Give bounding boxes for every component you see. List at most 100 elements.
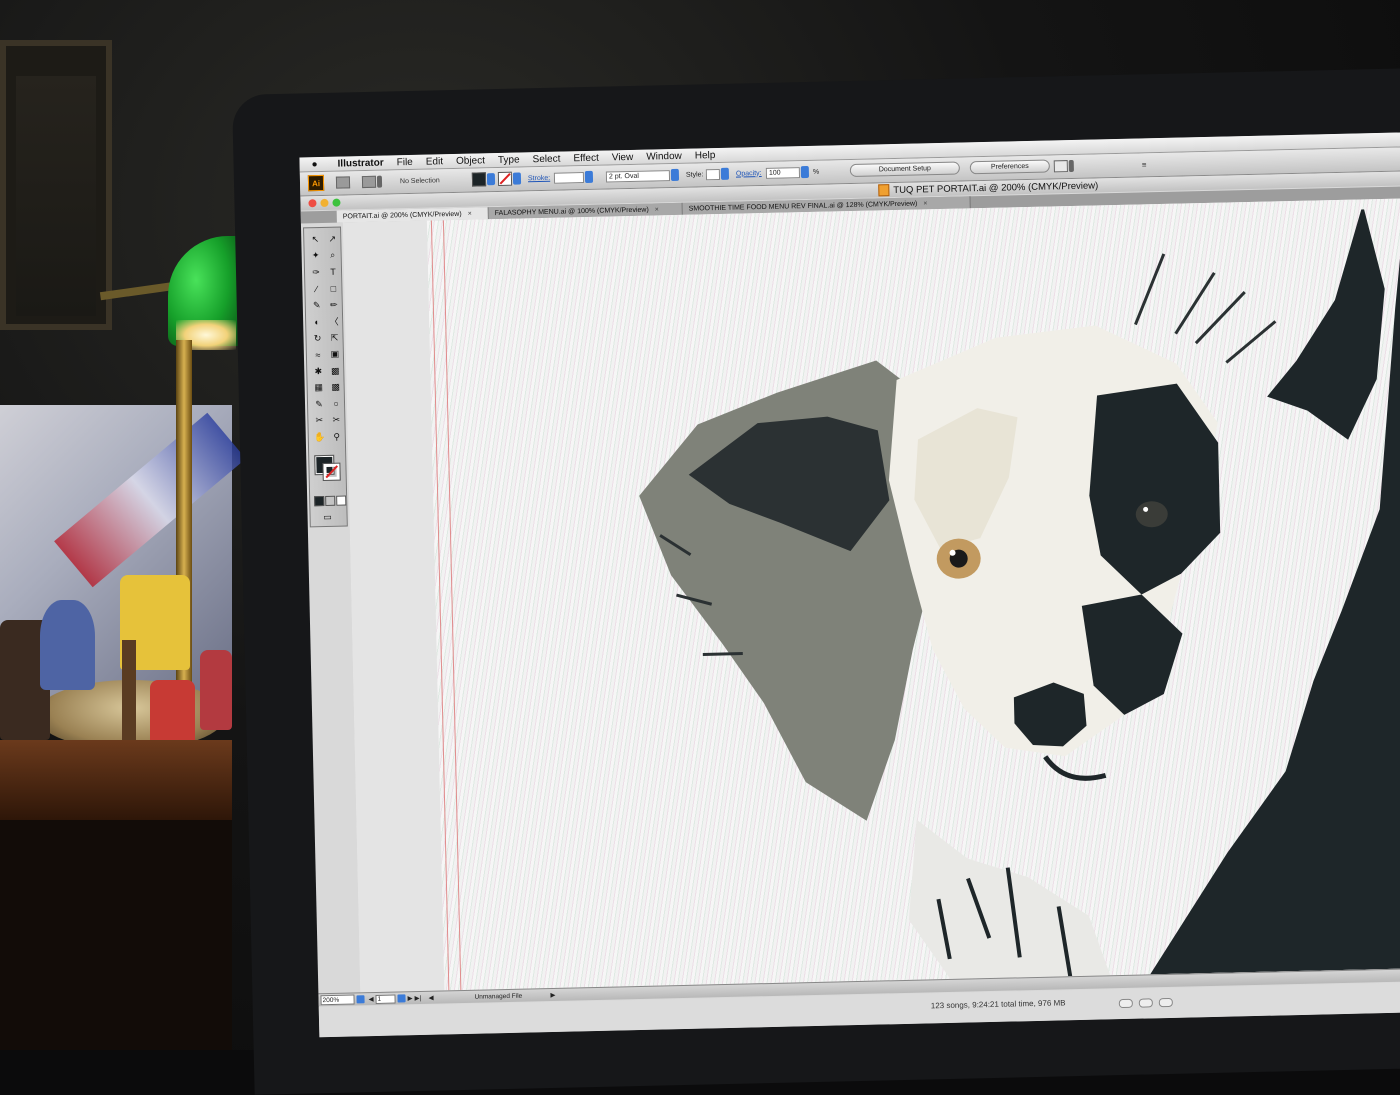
wall-poster [0, 40, 112, 330]
menu-file[interactable]: File [397, 156, 413, 167]
panel-menu-icon[interactable]: ≡ [1142, 157, 1147, 171]
itunes-toggle-icon[interactable] [1118, 998, 1133, 1009]
file-status[interactable]: Unmanaged File [474, 991, 522, 1002]
chevron-down-icon [670, 168, 680, 182]
canvas[interactable]: ⊕ [342, 198, 1400, 993]
arrange-icon [361, 175, 377, 189]
document-setup-button[interactable]: Document Setup [849, 161, 960, 177]
menu-select[interactable]: Select [532, 153, 560, 165]
desk [0, 820, 232, 1050]
selection-tool-icon[interactable]: ↖ [308, 232, 322, 246]
blend-tool-icon[interactable]: ○ [329, 397, 343, 411]
menu-object[interactable]: Object [456, 155, 485, 167]
dog-mouth [1043, 755, 1107, 781]
stroke-swatch[interactable] [497, 171, 522, 186]
preferences-button[interactable]: Preferences [969, 159, 1050, 175]
gradient-tool-icon[interactable]: ▩ [328, 380, 342, 394]
apple-icon[interactable]: ● [311, 158, 325, 170]
eraser-tool-icon[interactable]: 〈 [327, 314, 341, 328]
line-tool-icon[interactable]: ∕ [309, 281, 323, 295]
style-label: Style: [685, 170, 704, 179]
blob-brush-tool-icon[interactable]: ◐ [310, 314, 324, 328]
rotate-tool-icon[interactable]: ↻ [310, 331, 324, 345]
next-artboard-icon[interactable]: ▶ [407, 994, 412, 1002]
column-graph-tool-icon[interactable]: ▩ [328, 364, 342, 378]
blue-figure [40, 600, 95, 690]
menu-help[interactable]: Help [695, 150, 716, 161]
none-mode-icon[interactable] [336, 495, 347, 506]
monitor: ● Illustrator File Edit Object Type Sele… [232, 68, 1400, 1095]
hand-tool-icon[interactable]: ✋ [313, 430, 327, 444]
brush-field[interactable]: 2 pt. Oval [605, 169, 671, 183]
opacity-label[interactable]: Opacity: [736, 166, 762, 181]
shelf [0, 740, 232, 820]
stroke-weight-field[interactable] [553, 170, 594, 185]
stroke-color-box[interactable] [322, 462, 341, 482]
selection-options-button[interactable] [1053, 159, 1074, 173]
opacity-control[interactable]: 100% [765, 165, 820, 180]
bridge-icon [335, 176, 351, 189]
menu-edit[interactable]: Edit [426, 156, 443, 167]
scale-tool-icon[interactable]: ⇱ [327, 331, 341, 345]
menu-type[interactable]: Type [498, 154, 520, 165]
menu-app-name[interactable]: Illustrator [337, 157, 383, 169]
chevron-down-icon[interactable] [397, 994, 406, 1003]
menu-effect[interactable]: Effect [573, 152, 599, 164]
screen-mode-icon[interactable]: ▭ [320, 510, 334, 524]
opacity-input[interactable]: 100 [765, 166, 801, 179]
chevron-down-icon [800, 165, 810, 179]
bridge-button[interactable] [335, 175, 351, 189]
dog-portrait-artwork[interactable] [573, 208, 1400, 987]
status-menu-icon[interactable]: ▶ [550, 990, 555, 1000]
gradient-mode-icon[interactable] [325, 495, 336, 506]
chevron-down-icon [376, 175, 383, 188]
arrange-documents-button[interactable] [361, 175, 383, 189]
type-tool-icon[interactable]: T [326, 265, 340, 279]
screen: ● Illustrator File Edit Object Type Sele… [299, 132, 1400, 1038]
last-artboard-icon[interactable]: ▶| [414, 994, 421, 1002]
status-divider: ◀ [428, 994, 434, 1002]
brush-definition[interactable]: 2 pt. Oval [605, 168, 680, 184]
fill-color-icon [471, 172, 487, 187]
zoom-window-button[interactable] [332, 198, 341, 207]
menu-window[interactable]: Window [646, 150, 682, 162]
none-stroke-icon [497, 171, 513, 186]
chevron-down-icon [356, 995, 365, 1004]
stroke-weight-input[interactable] [553, 171, 585, 184]
direct-selection-tool-icon[interactable]: ↗ [325, 232, 339, 246]
paintbrush-tool-icon[interactable]: ✎ [310, 298, 324, 312]
style-swatch[interactable] [705, 167, 730, 182]
close-window-button[interactable] [308, 199, 317, 208]
menu-view[interactable]: View [612, 151, 634, 162]
color-mode-icon[interactable] [314, 496, 325, 507]
close-tab-icon[interactable]: × [655, 206, 659, 213]
free-transform-tool-icon[interactable]: ▣ [328, 347, 342, 361]
magic-wand-tool-icon[interactable]: ✦ [309, 248, 323, 262]
warp-tool-icon[interactable]: ≈ [311, 347, 325, 361]
eyedropper-tool-icon[interactable]: ✎ [312, 397, 326, 411]
symbol-sprayer-tool-icon[interactable]: ✱ [311, 364, 325, 378]
arrow-cursor-icon [1053, 160, 1068, 173]
pencil-tool-icon[interactable]: ✏ [327, 298, 341, 312]
slice-tool-icon[interactable]: ✂ [312, 413, 326, 427]
close-tab-icon[interactable]: × [468, 210, 472, 217]
close-tab-icon[interactable]: × [923, 200, 927, 207]
lasso-tool-icon[interactable]: ⌕ [326, 248, 340, 262]
dog-right-ear [1267, 208, 1385, 440]
zoom-level-field[interactable]: 200% [320, 994, 355, 1006]
itunes-toggle-icon[interactable] [1138, 998, 1153, 1008]
artboard-number-field[interactable]: 1 [375, 994, 396, 1004]
stroke-label[interactable]: Stroke: [528, 171, 550, 185]
pen-tool-icon[interactable]: ✑ [309, 265, 323, 279]
chevron-down-icon [1068, 159, 1074, 173]
itunes-toggle-icon[interactable] [1158, 997, 1173, 1008]
first-artboard-icon[interactable]: ◀ [368, 995, 373, 1003]
minimize-window-button[interactable] [320, 198, 329, 208]
zoom-dropdown[interactable] [356, 994, 366, 1004]
tab-label: FALASOPHY MENU.ai @ 100% (CMYK/Preview) [494, 206, 649, 217]
scissors-tool-icon[interactable]: ✂ [329, 413, 343, 427]
zoom-tool-icon[interactable]: ⚲ [330, 430, 344, 444]
rectangle-tool-icon[interactable]: □ [326, 281, 340, 295]
mesh-tool-icon[interactable]: ▦ [312, 380, 326, 394]
fill-swatch[interactable] [471, 172, 496, 187]
